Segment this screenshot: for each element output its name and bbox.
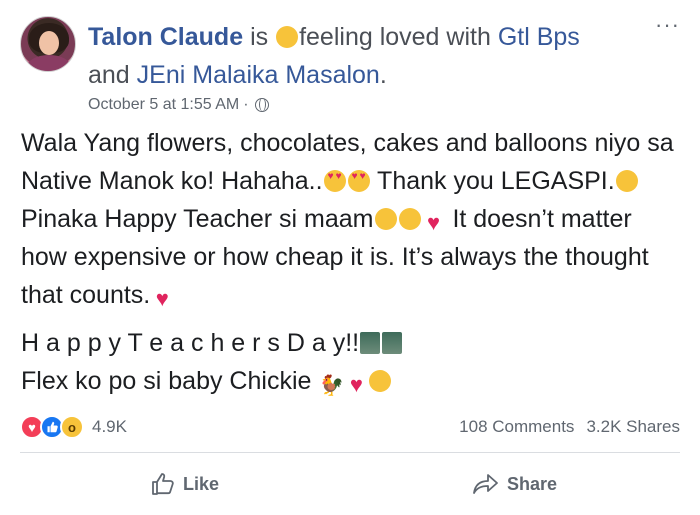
timestamp[interactable]: October 5 at 1:55 AM (88, 96, 239, 114)
teacher-emoji-icon (360, 332, 381, 354)
heart-eyes-emoji-icon (323, 170, 346, 192)
feeling-text: feeling loved with (299, 23, 491, 51)
shares-count-link[interactable]: 3.2K Shares (586, 417, 680, 437)
body-text-3: Pinaka Happy Teacher si maam (21, 205, 374, 233)
body-text-5: H a p p y T e a c h e r s D a y!! (21, 329, 360, 357)
wow-reaction-icon[interactable]: o (60, 415, 84, 439)
author-name[interactable]: Talon Claude (88, 23, 243, 51)
body-text-6: Flex ko po si baby Chickie (21, 367, 319, 395)
comments-count-link[interactable]: 108 Comments (459, 417, 574, 437)
sparkling-heart-emoji-icon: ♥ (426, 210, 441, 235)
smiling-emoji-icon (615, 170, 638, 192)
share-label: Share (506, 473, 558, 494)
blushing-emoji-icon (398, 208, 421, 230)
meta-separator: · (243, 96, 249, 113)
share-button[interactable]: Share (350, 456, 680, 512)
like-label: Like (182, 473, 220, 494)
rooster-emoji-icon: 🐓 (319, 375, 345, 397)
more-options-button[interactable]: ··· (655, 14, 680, 36)
tagged-friend-1[interactable]: Gtl Bps (498, 23, 580, 51)
laughing-emoji-icon (374, 208, 397, 230)
heart-eyes-emoji-icon (347, 170, 370, 192)
body-paragraph-1: Wala Yang flowers, chocolates, cakes and… (21, 124, 681, 314)
divider (20, 452, 680, 453)
laughing-tears-emoji-icon (369, 370, 392, 392)
tagged-friend-2[interactable]: JEni Malaika Masalon (137, 61, 380, 89)
header-connector: and (88, 61, 130, 89)
post-body: Wala Yang flowers, chocolates, cakes and… (21, 124, 681, 400)
red-heart-emoji-icon: ♥ (155, 286, 169, 311)
teacher-emoji-icon (382, 332, 403, 354)
engagement-counts: 108 Comments 3.2K Shares (459, 417, 680, 437)
globe-icon[interactable] (254, 98, 269, 112)
reaction-stats: ♥ o 4.9K 108 Comments 3.2K Shares (20, 414, 680, 440)
share-arrow-icon (473, 474, 499, 494)
feeling-loved-emoji-icon (276, 26, 299, 48)
header-period: . (379, 61, 387, 89)
avatar[interactable] (20, 16, 76, 72)
thumbs-up-icon (151, 473, 175, 495)
body-text-2: Thank you LEGASPI. (370, 167, 615, 195)
reactions-count[interactable]: 4.9K (92, 417, 127, 437)
body-paragraph-2: H a p p y T e a c h e r s D a y!! Flex k… (21, 324, 681, 400)
header-verb: is (250, 23, 269, 51)
post-actions: Like Share (20, 456, 680, 512)
post-meta: October 5 at 1:55 AM · (88, 96, 269, 114)
post-header: Talon Claude is feeling loved with Gtl B… (88, 18, 658, 94)
heart-emoji-icon: ♥ (349, 372, 363, 397)
like-button[interactable]: Like (20, 456, 350, 512)
facebook-post: Talon Claude is feeling loved with Gtl B… (0, 0, 700, 515)
